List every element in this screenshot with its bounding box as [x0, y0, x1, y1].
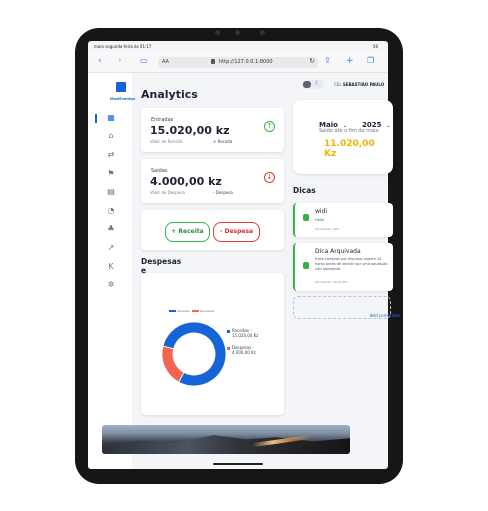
gear-icon[interactable]: ✲: [105, 280, 117, 290]
people-icon[interactable]: ♣: [105, 224, 117, 234]
tabs-icon[interactable]: ❐: [367, 56, 374, 66]
saidas-sub: Valor de Despesa: [150, 190, 185, 195]
user-name-text: SEBASTIÃO PAULO: [342, 82, 385, 87]
saldo-label: Saldo até o fim de maio: [319, 128, 379, 134]
pie-chart-icon[interactable]: ◔: [105, 206, 117, 216]
legend-top-swatch-despesas: [192, 310, 199, 312]
tip-icon: [303, 214, 309, 221]
tips-title: Dicas: [293, 186, 316, 195]
tip-card[interactable]: Dica Arquivada Evite compras por impulso…: [293, 243, 393, 291]
add-despesa-button[interactable]: - Despesa: [213, 222, 260, 242]
tip-title: widi: [315, 208, 328, 215]
entradas-card: Entradas 15.020,00 kz Valor de Receita +…: [141, 108, 284, 152]
legend-top-receitas[interactable]: Receitas: [177, 309, 190, 313]
actions-card: + Receita - Despesa: [141, 210, 284, 250]
arrow-up-icon: ↑: [264, 121, 275, 132]
flag-icon[interactable]: ⚑: [105, 169, 117, 179]
landscape-banner: [102, 425, 350, 454]
status-time: maio segunda-feira às 01:17: [94, 44, 152, 49]
saidas-card: Saidas 4.000,00 kz Valor de Despesa - De…: [141, 159, 284, 203]
theme-toggle[interactable]: ☾: [302, 80, 324, 89]
bulb-icon: [303, 262, 309, 269]
active-indicator: [95, 114, 97, 123]
add-tip-button[interactable]: + Add Lembretes: [293, 296, 400, 319]
dashboard-icon[interactable]: ▦: [105, 113, 117, 123]
logo-text: MaxiEventos: [110, 97, 136, 101]
chevron-down-icon: ⌄: [386, 123, 391, 129]
user-name[interactable]: CEL SEBASTIÃO PAULO: [334, 82, 384, 87]
logo-icon: [112, 82, 130, 96]
donut-chart: [161, 321, 227, 387]
add-receita-button[interactable]: + Receita: [165, 222, 210, 242]
add-tip-label: Add Lembretes: [370, 313, 401, 318]
legend-dot-receitas: [227, 330, 230, 333]
new-tab-icon[interactable]: +: [346, 56, 354, 66]
battery-level: 56: [372, 44, 378, 49]
transfer-icon[interactable]: ⇄: [105, 150, 117, 160]
entradas-sub: Valor de Receita: [150, 139, 183, 144]
legend-label-despesas: Despesas - 4.000,00 Kz: [232, 345, 256, 355]
tip-time: Atualizado: 00:00 AM: [315, 280, 347, 284]
address-bar[interactable]: AA http://127.0.0.1:8000 ↻: [158, 57, 318, 68]
forward-icon[interactable]: ›: [118, 56, 122, 66]
arrow-down-icon: ↓: [264, 172, 275, 183]
back-icon[interactable]: ‹: [98, 56, 102, 66]
page-title: Analytics: [141, 88, 198, 101]
bank-icon[interactable]: ⌂: [105, 131, 117, 141]
tip-title: Dica Arquivada: [315, 248, 361, 255]
legend-dot-despesas: [227, 347, 230, 350]
entradas-amount: 15.020,00 kz: [150, 124, 230, 137]
donut-slice-despesas[interactable]: [161, 345, 185, 383]
chart-card: Receitas Despesas Receitas - 15.020,00 K…: [141, 273, 284, 415]
browser-toolbar: ‹ › ▭ AA http://127.0.0.1:8000 ↻ ⇪ + ❐: [88, 51, 388, 73]
calculator-icon[interactable]: ▤: [105, 187, 117, 197]
entradas-link[interactable]: + Receita: [213, 139, 232, 144]
saldo-value: 11.020,00 Kz: [324, 139, 375, 159]
saidas-amount: 4.000,00 kz: [150, 175, 222, 188]
reload-icon[interactable]: ↻: [309, 57, 315, 65]
tip-text: Hello: [315, 218, 324, 222]
home-indicator: [213, 463, 263, 465]
legend-label-receitas: Receitas - 15.020,00 Kz: [232, 328, 259, 338]
tip-text: Evite compras por impulso: espere 24 hor…: [315, 257, 388, 271]
text-size-button[interactable]: AA: [162, 59, 169, 65]
url-text: http://127.0.0.1:8000: [219, 59, 273, 65]
saidas-label: Saidas: [151, 168, 168, 174]
tip-time: Atualizado: 02H: [315, 227, 339, 231]
tip-card[interactable]: widi Hello Atualizado: 02H: [293, 203, 393, 237]
lock-icon: [211, 59, 215, 64]
legend-top-swatch-receitas: [169, 310, 176, 312]
sidebar-toggle-icon[interactable]: ▭: [140, 56, 148, 66]
status-bar: maio segunda-feira às 01:17 56: [88, 41, 388, 51]
user-prefix: CEL: [334, 82, 342, 87]
share-icon[interactable]: ⇪: [324, 56, 331, 66]
camera-bar: [205, 29, 285, 38]
balance-card: [293, 100, 393, 174]
saidas-link[interactable]: - Despesa: [213, 190, 233, 195]
moon-icon[interactable]: ☾: [315, 80, 320, 87]
trend-icon[interactable]: ↗: [105, 243, 117, 253]
entradas-label: Entradas: [151, 117, 174, 123]
sun-icon[interactable]: [303, 81, 311, 88]
legend-top-despesas[interactable]: Despesas: [200, 309, 214, 313]
letter-k-icon[interactable]: K: [105, 262, 117, 272]
